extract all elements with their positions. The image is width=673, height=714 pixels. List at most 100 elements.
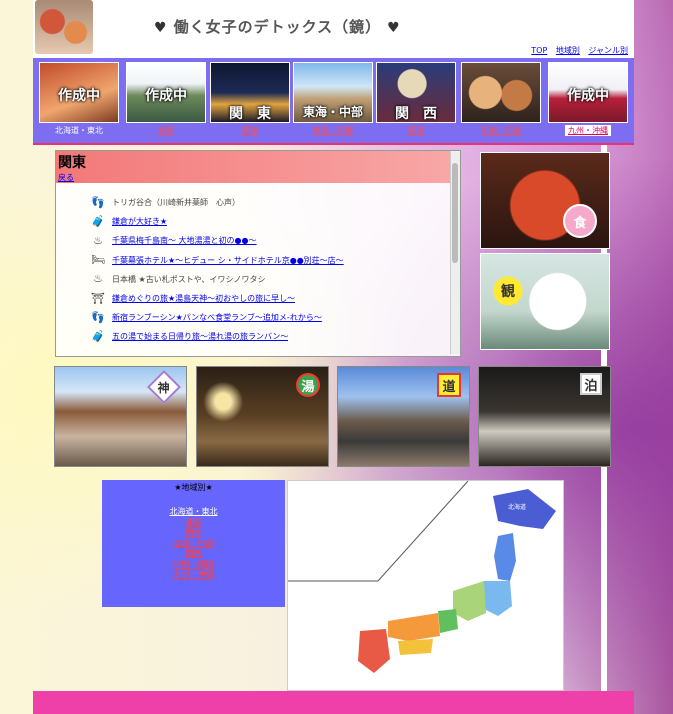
area-link[interactable]: 中国・四国 bbox=[102, 560, 285, 571]
suitcase-icon: 🧳 bbox=[91, 214, 105, 228]
japan-map[interactable]: 北海道 bbox=[287, 480, 564, 691]
region-hokuriku[interactable]: 作成中 北陸 bbox=[126, 62, 206, 140]
region-caption[interactable]: 関東 bbox=[210, 125, 290, 136]
region-thumb: 作成中 bbox=[548, 62, 628, 123]
onsen-photo[interactable]: 湯 bbox=[196, 366, 329, 467]
region-tokai[interactable]: 東海・中部 東海・中部 bbox=[293, 62, 373, 140]
region-caption[interactable]: 九州・沖縄 bbox=[565, 125, 611, 136]
torii-icon: ⛩ bbox=[91, 291, 105, 305]
region-nav: 作成中 北海道・東北 作成中 北陸 関 東 関東 東海・中部 東海・中部 関 西 bbox=[33, 58, 634, 145]
region-thumb: 作成中 bbox=[39, 62, 119, 123]
region-hokkaido[interactable]: 作成中 北海道・東北 bbox=[39, 62, 119, 140]
heart-icon: ♥ bbox=[154, 20, 168, 36]
badge-label: 神 bbox=[157, 380, 171, 395]
site-logo[interactable] bbox=[35, 0, 93, 54]
onsen-icon: ♨ bbox=[93, 233, 103, 247]
map-shikoku[interactable] bbox=[398, 639, 433, 655]
region-caption[interactable]: 中国・四国 bbox=[461, 125, 541, 136]
badge-label: 道 bbox=[442, 379, 456, 395]
article-title[interactable]: 鎌倉めぐりの旅★湯島天神〜初おやしの旅に早し〜 bbox=[112, 293, 295, 304]
badge-label: 観 bbox=[501, 284, 515, 300]
map-label: 北海道 bbox=[508, 503, 526, 511]
food-card[interactable]: 食 bbox=[480, 152, 610, 249]
region-kyushu[interactable]: 作成中 九州・沖縄 bbox=[548, 62, 628, 140]
top-links: TOP 地域別 ジャンル別 bbox=[525, 45, 628, 56]
region-kansai[interactable]: 関 西 関西 bbox=[376, 62, 456, 140]
list-item[interactable]: ♨ 日本橋 ★古い札ポストや、イワシノワタシ bbox=[90, 270, 450, 289]
area-link[interactable]: 北陸 bbox=[102, 518, 285, 529]
heart-badge-icon: 食 bbox=[563, 204, 597, 238]
onsen-icon: ♨ bbox=[93, 272, 103, 286]
page-title: 関東 bbox=[58, 155, 86, 171]
article-title[interactable]: 千葉幕張ホテル★〜ヒデュー シ・サイドホテル京●●別荘〜店〜 bbox=[112, 255, 344, 266]
article-title[interactable]: 鎌倉が大好き★ bbox=[112, 216, 167, 227]
map-chubu[interactable] bbox=[453, 581, 486, 621]
japan-map-svg: 北海道 bbox=[288, 480, 556, 673]
article-panel: 関東 戻る 👣 トリガ谷合（川崎新井薬師 心声） 🧳 鎌倉が大好き★ ♨ 千葉県梅千島… bbox=[55, 150, 461, 357]
list-item[interactable]: 🧳 五の湯で始まる日帰り旅〜湯れ湯の旅ランバン〜 bbox=[90, 327, 450, 346]
footprints-icon: 👣 bbox=[91, 195, 105, 209]
footer-bar bbox=[33, 691, 634, 714]
badge-label: 湯 bbox=[301, 379, 315, 395]
region-chugoku[interactable]: 中国・四国 bbox=[461, 62, 541, 140]
article-title[interactable]: 千葉県梅千島南〜 大地湯湯と初の●●〜 bbox=[112, 235, 257, 246]
badge-label: 食 bbox=[573, 215, 587, 231]
top-link-genre[interactable]: ジャンル別 bbox=[588, 46, 628, 55]
region-caption[interactable]: 北海道・東北 bbox=[39, 125, 119, 136]
heart-icon: ♥ bbox=[387, 20, 401, 36]
list-item[interactable]: 🧳 鎌倉が大好き★ bbox=[90, 212, 450, 231]
hotel-photo[interactable]: 泊 bbox=[478, 366, 611, 467]
article-panel-header: 関東 戻る bbox=[56, 151, 460, 183]
region-caption[interactable]: 北陸 bbox=[126, 125, 206, 136]
badge-label: 泊 bbox=[584, 378, 598, 394]
list-item[interactable]: ⛩ 鎌倉めぐりの旅★湯島天神〜初おやしの旅に早し〜 bbox=[90, 289, 450, 308]
list-item[interactable]: 🛏 千葉幕張ホテル★〜ヒデュー シ・サイドホテル京●●別荘〜店〜 bbox=[90, 251, 450, 270]
map-kansai[interactable] bbox=[438, 609, 458, 633]
back-link[interactable]: 戻る bbox=[58, 172, 74, 183]
region-overlay: 東海・中部 bbox=[302, 105, 363, 119]
area-link[interactable]: 関東 bbox=[102, 528, 285, 539]
region-kanto[interactable]: 関 東 関東 bbox=[210, 62, 290, 140]
top-link-top[interactable]: TOP bbox=[531, 46, 547, 55]
site-title-text: 働く女子のデトックス（鏡） bbox=[173, 18, 382, 36]
area-link[interactable]: 九州・沖縄 bbox=[102, 570, 285, 581]
sightseeing-card[interactable]: 観 bbox=[480, 253, 610, 350]
map-kanto[interactable] bbox=[483, 581, 512, 616]
region-thumb: 関 西 bbox=[376, 62, 456, 123]
scrollbar-thumb[interactable] bbox=[452, 163, 458, 263]
map-tohoku[interactable] bbox=[494, 533, 516, 581]
article-title[interactable]: 五の湯で始まる日帰り旅〜湯れ湯の旅ランバン〜 bbox=[112, 331, 288, 342]
region-caption[interactable]: 関西 bbox=[376, 125, 456, 136]
article-list: 👣 トリガ谷合（川崎新井薬師 心声） 🧳 鎌倉が大好き★ ♨ 千葉県梅千島南〜 大地湯… bbox=[90, 193, 450, 347]
article-title[interactable]: トリガ谷合（川崎新井薬師 心声） bbox=[112, 197, 240, 208]
list-item[interactable]: 👣 トリガ谷合（川崎新井薬師 心声） bbox=[90, 193, 450, 212]
shrine-photo[interactable]: 神 bbox=[54, 366, 187, 467]
site-header: ♥ 働く女子のデトックス（鏡） ♥ TOP 地域別 ジャンル別 bbox=[33, 0, 634, 58]
region-caption[interactable]: 東海・中部 bbox=[293, 125, 373, 136]
area-link[interactable]: 北海道・東北 bbox=[102, 507, 285, 518]
article-title[interactable]: 日本橋 ★古い札ポストや、イワシノワタシ bbox=[112, 274, 265, 285]
area-link[interactable]: 東海・中部 bbox=[102, 539, 285, 550]
area-list: ★地域別★ 北海道・東北 北陸 関東 東海・中部 関西 中国・四国 九州・沖縄 bbox=[102, 480, 285, 607]
region-thumb: 東海・中部 bbox=[293, 62, 373, 123]
region-thumb bbox=[461, 62, 541, 123]
bed-icon: 🛏 bbox=[91, 253, 105, 267]
footprints-icon: 👣 bbox=[91, 310, 105, 324]
article-title[interactable]: 新宿ランブーシン★パンなべ食堂ランブ〜追加メ-れから〜 bbox=[112, 312, 322, 323]
map-chugoku[interactable] bbox=[388, 613, 440, 641]
area-link[interactable]: 関西 bbox=[102, 549, 285, 560]
region-thumb: 作成中 bbox=[126, 62, 206, 123]
list-item[interactable]: ♨ 千葉県梅千島南〜 大地湯湯と初の●●〜 bbox=[90, 231, 450, 250]
region-overlay: 作成中 bbox=[58, 88, 100, 104]
map-kyushu[interactable] bbox=[358, 629, 390, 673]
site-title[interactable]: ♥ 働く女子のデトックス（鏡） ♥ bbox=[148, 16, 407, 37]
scrollbar[interactable] bbox=[450, 151, 460, 354]
diamond-badge-icon: 神 bbox=[147, 370, 181, 404]
region-thumb: 関 東 bbox=[210, 62, 290, 123]
roadside-station-photo[interactable]: 道 bbox=[337, 366, 470, 467]
top-link-region[interactable]: 地域別 bbox=[556, 46, 580, 55]
circle-badge-icon: 湯 bbox=[296, 373, 320, 397]
region-overlay: 作成中 bbox=[567, 88, 609, 104]
list-item[interactable]: 👣 新宿ランブーシン★パンなべ食堂ランブ〜追加メ-れから〜 bbox=[90, 308, 450, 327]
hex-badge-icon: 道 bbox=[437, 373, 461, 397]
